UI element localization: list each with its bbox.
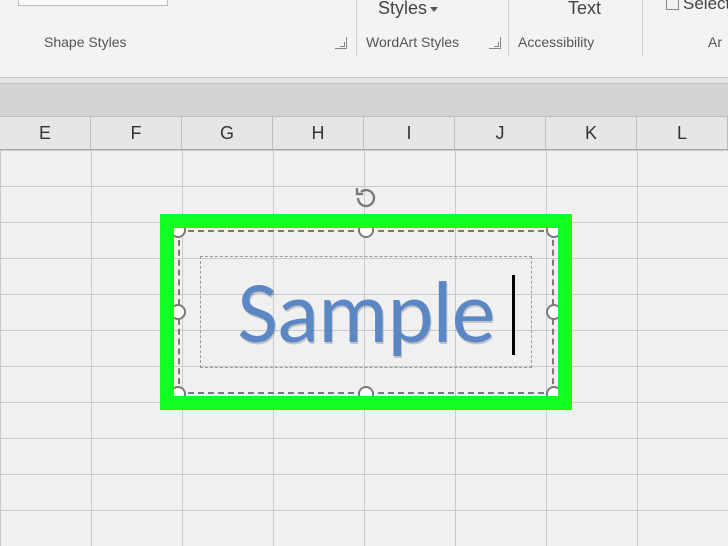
group-wordart-styles: WordArt Styles [366, 34, 459, 50]
wordart-text: Sample [237, 258, 494, 366]
column-headers: E F G H I J K L [0, 116, 728, 150]
resize-handle-ml[interactable] [170, 304, 186, 320]
col-header[interactable]: E [0, 117, 91, 149]
col-header[interactable]: F [91, 117, 182, 149]
wordart-object[interactable]: Sample [178, 230, 554, 394]
resize-handle-br[interactable] [546, 386, 562, 402]
selection-pane-label[interactable]: Selection [666, 0, 728, 14]
dialog-launcher-icon[interactable] [489, 37, 501, 49]
wordart-text-box[interactable]: Sample [200, 256, 532, 368]
ribbon: Styles Text Selection Shape Styles WordA… [0, 0, 728, 78]
col-header[interactable]: J [455, 117, 546, 149]
truncated-label: Ar [708, 34, 722, 50]
group-accessibility: Accessibility [518, 34, 594, 50]
resize-handle-tl[interactable] [170, 222, 186, 238]
group-shape-styles: Shape Styles [44, 34, 127, 50]
text-cursor [512, 275, 515, 355]
resize-handle-tr[interactable] [546, 222, 562, 238]
alt-text-label: Text [568, 0, 601, 19]
styles-dropdown[interactable]: Styles [378, 0, 438, 19]
chevron-down-icon [430, 7, 438, 12]
rotate-handle-icon[interactable] [354, 186, 378, 210]
resize-handle-bl[interactable] [170, 386, 186, 402]
selection-pane-icon [666, 0, 679, 10]
formula-bar-stub [0, 78, 728, 84]
resize-handle-mr[interactable] [546, 304, 562, 320]
resize-handle-tm[interactable] [358, 222, 374, 238]
dialog-launcher-icon[interactable] [335, 37, 347, 49]
col-header[interactable]: H [273, 117, 364, 149]
ribbon-top: Styles Text Selection [0, 0, 728, 32]
ribbon-groups: Shape Styles WordArt Styles Accessibilit… [0, 34, 728, 54]
namebox-stub[interactable] [18, 0, 168, 6]
col-header[interactable]: L [637, 117, 728, 149]
styles-label: Styles [378, 0, 427, 18]
col-header[interactable]: G [182, 117, 273, 149]
col-header[interactable]: I [364, 117, 455, 149]
col-header[interactable]: K [546, 117, 637, 149]
resize-handle-bm[interactable] [358, 386, 374, 402]
